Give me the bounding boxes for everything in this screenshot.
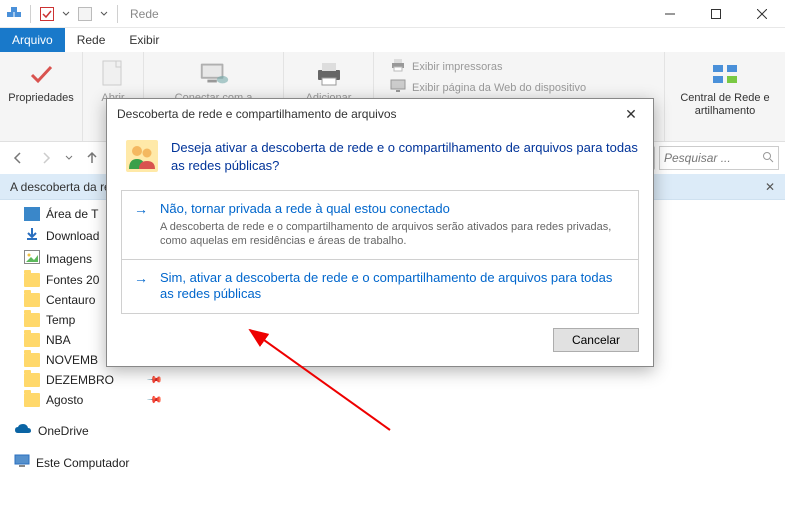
images-icon (24, 250, 40, 267)
dropdown-icon[interactable] (99, 6, 109, 22)
computer-icon (198, 58, 230, 90)
arrow-right-icon: → (134, 270, 150, 304)
forward-button (34, 146, 58, 170)
network-center-icon (709, 58, 741, 90)
folder-icon (24, 373, 40, 387)
dialog-title: Descoberta de rede e compartilhamento de… (117, 107, 397, 121)
downloads-icon (24, 227, 40, 244)
dialog-close-button[interactable]: ✕ (619, 102, 643, 126)
dropdown-icon[interactable] (61, 6, 71, 22)
window-title: Rede (130, 7, 159, 21)
cancel-button[interactable]: Cancelar (553, 328, 639, 352)
printer-small-icon (390, 58, 406, 75)
title-bar: Rede (0, 0, 785, 28)
onedrive-icon (14, 423, 32, 438)
ribbon-show-printers: Exibir impressoras (390, 58, 586, 75)
printer-icon (313, 58, 345, 90)
tab-network[interactable]: Rede (65, 28, 118, 52)
ribbon-properties-button[interactable]: Propriedades (10, 56, 72, 107)
users-icon (125, 139, 159, 173)
ribbon-network-center-button[interactable]: Central de Rede eartilhamento (675, 56, 775, 120)
folder-icon (24, 273, 40, 287)
sidebar-item-folder[interactable]: DEZEMBRO 📌 (2, 370, 168, 390)
maximize-button[interactable] (693, 0, 739, 28)
pin-icon: 📌 (145, 372, 162, 389)
option-title: Não, tornar privada a rede à qual estou … (160, 201, 626, 218)
dialog-title-bar: Descoberta de rede e compartilhamento de… (107, 99, 653, 129)
folder-icon (24, 313, 40, 327)
sidebar-item-folder[interactable]: Agosto 📌 (2, 390, 168, 410)
sidebar-item-computer[interactable]: Este Computador (2, 451, 168, 474)
dialog: Descoberta de rede e compartilhamento de… (106, 98, 654, 367)
tab-view[interactable]: Exibir (117, 28, 171, 52)
menu-tabs: Arquivo Rede Exibir (0, 28, 785, 52)
folder-icon (24, 293, 40, 307)
option-desc: A descoberta de rede e o compartilhament… (160, 220, 626, 249)
minimize-button[interactable] (647, 0, 693, 28)
close-button[interactable] (739, 0, 785, 28)
check-icon (25, 58, 57, 90)
message-text: A descoberta da re (10, 180, 111, 194)
folder-icon (24, 353, 40, 367)
folder-icon (24, 333, 40, 347)
ribbon-device-web: Exibir página da Web do dispositivo (390, 79, 586, 96)
app-icon (6, 6, 22, 22)
pin-icon: 📌 (145, 392, 162, 409)
dialog-option-yes[interactable]: → Sim, ativar a descoberta de rede e o c… (121, 259, 639, 315)
search-input[interactable]: Pesquisar ... (659, 146, 779, 170)
sidebar-item-onedrive[interactable]: OneDrive (2, 420, 168, 441)
blank-icon[interactable] (77, 6, 93, 22)
desktop-icon (24, 207, 40, 221)
up-button[interactable] (80, 146, 104, 170)
arrow-right-icon: → (134, 201, 150, 248)
checkbox-icon[interactable] (39, 6, 55, 22)
folder-icon (24, 393, 40, 407)
monitor-small-icon (390, 79, 406, 96)
history-dropdown[interactable] (62, 146, 76, 170)
message-close-button[interactable]: ✕ (765, 180, 775, 194)
tab-file[interactable]: Arquivo (0, 28, 65, 52)
dialog-option-no[interactable]: → Não, tornar privada a rede à qual esto… (121, 190, 639, 259)
computer-icon (14, 454, 30, 471)
document-icon (97, 58, 129, 90)
search-icon (762, 151, 774, 166)
option-title: Sim, ativar a descoberta de rede e o com… (160, 270, 626, 304)
dialog-heading: Deseja ativar a descoberta de rede e o c… (171, 139, 639, 174)
back-button[interactable] (6, 146, 30, 170)
